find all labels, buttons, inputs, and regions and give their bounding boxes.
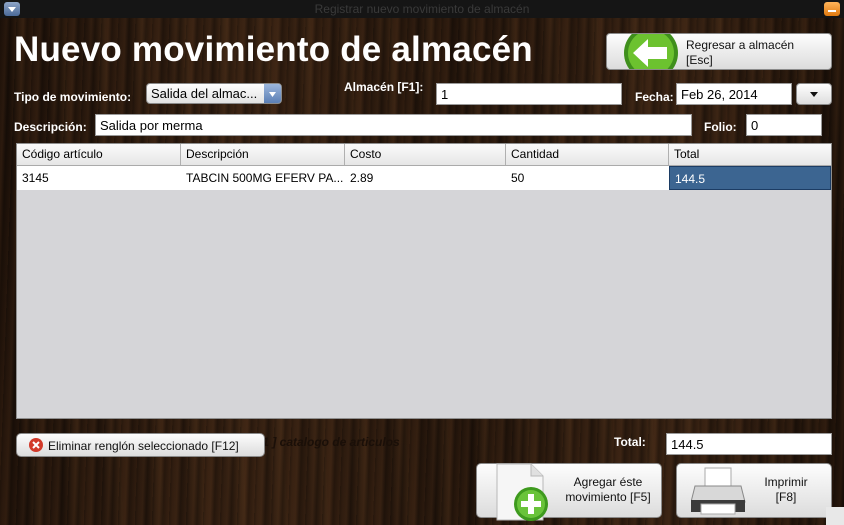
fecha-label: Fecha: bbox=[635, 90, 674, 104]
descripcion-label: Descripción: bbox=[14, 120, 87, 134]
print-label: Imprimir [F8] bbox=[764, 475, 808, 504]
minimize-icon[interactable] bbox=[824, 2, 840, 16]
cell-quantity[interactable]: 50 bbox=[506, 166, 669, 190]
column-header[interactable]: Total bbox=[669, 144, 831, 165]
date-field[interactable]: Feb 26, 2014 bbox=[676, 83, 792, 105]
table-row[interactable]: 3145 TABCIN 500MG EFERV PA... 2.89 50 14… bbox=[17, 166, 831, 190]
back-to-warehouse-button[interactable]: Regresar a almacén [Esc] bbox=[606, 33, 832, 70]
delete-icon bbox=[29, 438, 43, 455]
delete-row-button[interactable]: Eliminar renglón seleccionado [F12] bbox=[16, 433, 265, 457]
almacen-field[interactable]: 1 bbox=[436, 83, 622, 105]
description-field[interactable]: Salida por merma bbox=[95, 114, 692, 136]
title-bar: Registrar nuevo movimiento de almacén bbox=[0, 0, 844, 18]
movement-type-value: Salida del almac... bbox=[151, 86, 258, 101]
almacen-label: Almacén [F1]: bbox=[344, 80, 424, 94]
total-field: 144.5 bbox=[666, 433, 832, 455]
folio-field[interactable]: 0 bbox=[746, 114, 822, 136]
movement-type-select[interactable]: Salida del almac... bbox=[146, 83, 282, 104]
printer-icon bbox=[690, 466, 747, 521]
delete-row-label: Eliminar renglón seleccionado [F12] bbox=[48, 439, 239, 453]
document-add-icon bbox=[491, 460, 551, 525]
items-table[interactable]: Código artículo Descripción Costo Cantid… bbox=[16, 143, 832, 419]
cell-description[interactable]: TABCIN 500MG EFERV PA... bbox=[181, 166, 345, 190]
back-button-label: Regresar a almacén [Esc] bbox=[686, 38, 795, 67]
catalog-hint: F1 ] catalogo de articulos bbox=[255, 435, 400, 449]
back-arrow-icon bbox=[621, 34, 681, 69]
page-title: Nuevo movimiento de almacén bbox=[14, 30, 533, 69]
column-header[interactable]: Costo bbox=[345, 144, 506, 165]
column-header[interactable]: Descripción bbox=[181, 144, 345, 165]
print-button[interactable]: Imprimir [F8] bbox=[676, 463, 832, 518]
folio-label: Folio: bbox=[704, 120, 737, 134]
chevron-down-icon bbox=[810, 92, 818, 97]
column-header[interactable]: Cantidad bbox=[506, 144, 669, 165]
add-movement-button[interactable]: Agregar éste movimiento [F5] bbox=[476, 463, 662, 521]
cell-cost[interactable]: 2.89 bbox=[345, 166, 506, 190]
table-header: Código artículo Descripción Costo Cantid… bbox=[17, 144, 831, 166]
add-movement-label: Agregar éste movimiento [F5] bbox=[565, 475, 651, 504]
date-picker-button[interactable] bbox=[796, 83, 832, 105]
column-header[interactable]: Código artículo bbox=[17, 144, 181, 165]
total-label: Total: bbox=[614, 435, 646, 449]
resize-handle[interactable] bbox=[826, 507, 844, 525]
cell-code[interactable]: 3145 bbox=[17, 166, 181, 190]
chevron-down-icon bbox=[264, 84, 281, 103]
tipo-label: Tipo de movimiento: bbox=[14, 90, 132, 104]
cell-total-selected[interactable]: 144.5 bbox=[669, 166, 831, 190]
window-title: Registrar nuevo movimiento de almacén bbox=[314, 2, 530, 16]
